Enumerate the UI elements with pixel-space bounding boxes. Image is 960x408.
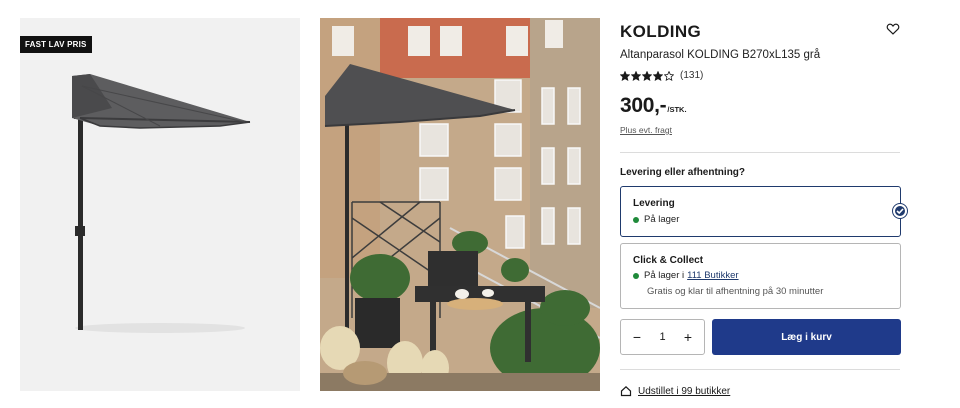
increase-button[interactable]: +: [682, 329, 694, 345]
rating[interactable]: (131): [620, 70, 703, 81]
product-image[interactable]: FAST LAV PRIS: [20, 18, 300, 391]
star-filled-icon: [620, 70, 630, 81]
price: 300,-: [620, 94, 667, 117]
product-title: KOLDING: [620, 22, 702, 41]
stores-display[interactable]: Udstillet i 99 butikker: [620, 385, 730, 397]
star-empty-icon: [664, 70, 674, 81]
lifestyle-image[interactable]: [320, 18, 600, 391]
rating-count: (131): [680, 70, 704, 81]
stores-link[interactable]: 111 Butikker: [687, 270, 738, 281]
price-row: 300,- /STK.: [620, 94, 687, 118]
freight-link[interactable]: Plus evt. fragt: [620, 125, 672, 135]
decrease-button[interactable]: −: [631, 329, 643, 345]
house-icon: [620, 385, 632, 397]
quantity-stepper[interactable]: − 1 +: [620, 319, 705, 355]
delivery-stock: På lager: [633, 214, 679, 225]
click-collect-note: Gratis og klar til afhentning på 30 minu…: [647, 286, 824, 297]
stores-display-link[interactable]: Udstillet i 99 butikker: [638, 386, 730, 397]
green-dot-icon: [633, 272, 639, 279]
parasol-illustration: [72, 74, 251, 333]
delivery-option[interactable]: Levering På lager: [620, 186, 901, 237]
delivery-stock-text: På lager: [644, 214, 680, 225]
green-dot-icon: [633, 216, 639, 223]
product-subtitle: Altanparasol KOLDING B270xL135 grå: [620, 49, 821, 61]
divider: [620, 369, 900, 370]
click-collect-option[interactable]: Click & Collect På lager i 111 Butikker …: [620, 243, 901, 309]
click-collect-title: Click & Collect: [633, 255, 704, 266]
delivery-question: Levering eller afhentning?: [620, 167, 746, 178]
balcony-scene: [320, 18, 600, 391]
divider: [620, 152, 900, 153]
heart-icon[interactable]: [886, 22, 900, 36]
star-filled-icon: [653, 70, 663, 81]
star-filled-icon: [642, 70, 652, 81]
click-collect-stock: På lager i 111 Butikker: [633, 270, 739, 281]
add-to-cart-button[interactable]: Læg i kurv: [712, 319, 901, 355]
quantity-value[interactable]: 1: [659, 331, 665, 343]
click-collect-stock-prefix: På lager i: [644, 270, 685, 281]
price-badge: FAST LAV PRIS: [20, 36, 92, 53]
delivery-option-title: Levering: [633, 198, 675, 209]
star-filled-icon: [631, 70, 641, 81]
rating-stars: [620, 70, 674, 81]
check-icon: [893, 204, 907, 218]
price-unit: /STK.: [667, 105, 687, 114]
